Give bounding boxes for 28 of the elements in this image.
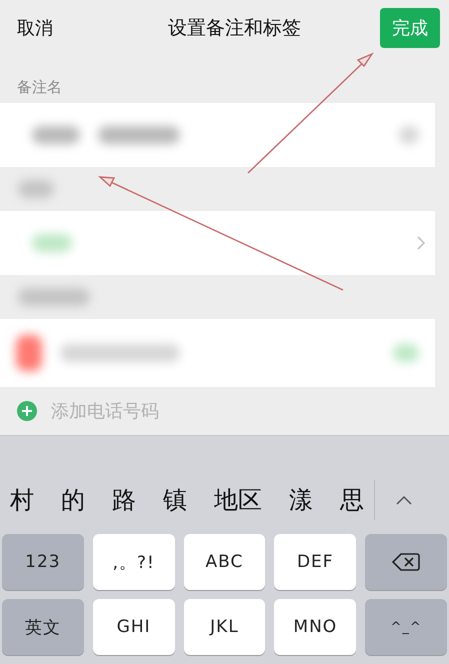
candidate-word[interactable]: 漾 [289, 484, 313, 516]
section-label: 备注名 [16, 77, 63, 98]
candidate-word[interactable]: 思 [340, 484, 364, 516]
keyboard-key[interactable]: ^_^ [365, 599, 447, 655]
keyboard-key[interactable]: 123 [2, 534, 84, 590]
page-title: 设置备注和标签 [168, 16, 301, 41]
keyboard-key[interactable]: DEF [274, 534, 356, 590]
keyboard-key[interactable]: ,。?! [92, 534, 175, 590]
candidate-word[interactable]: 镇 [163, 484, 187, 516]
cancel-link[interactable]: 取消 [17, 16, 53, 40]
keyboard-key[interactable]: 英文 [2, 599, 84, 655]
remark-field[interactable] [0, 103, 435, 167]
candidate-word[interactable]: 村 [10, 484, 34, 516]
add-icon[interactable] [17, 401, 37, 421]
candidate-word[interactable]: 地区 [214, 484, 262, 516]
keyboard-key[interactable]: ABC [184, 534, 266, 590]
phone-row[interactable] [0, 319, 435, 387]
chevron-right-icon [417, 236, 425, 250]
candidate-word[interactable]: 路 [112, 484, 136, 516]
blurred-text [32, 126, 80, 144]
delete-key[interactable] [365, 534, 447, 590]
blurred-tag [32, 234, 72, 252]
keyboard-key[interactable]: JKL [184, 599, 266, 655]
backspace-icon [392, 552, 420, 572]
keyboard-key[interactable]: MNO [274, 599, 356, 655]
chevron-up-icon[interactable] [395, 494, 413, 506]
candidate-word[interactable]: 的 [61, 484, 85, 516]
keyboard-key[interactable]: GHI [92, 599, 175, 655]
